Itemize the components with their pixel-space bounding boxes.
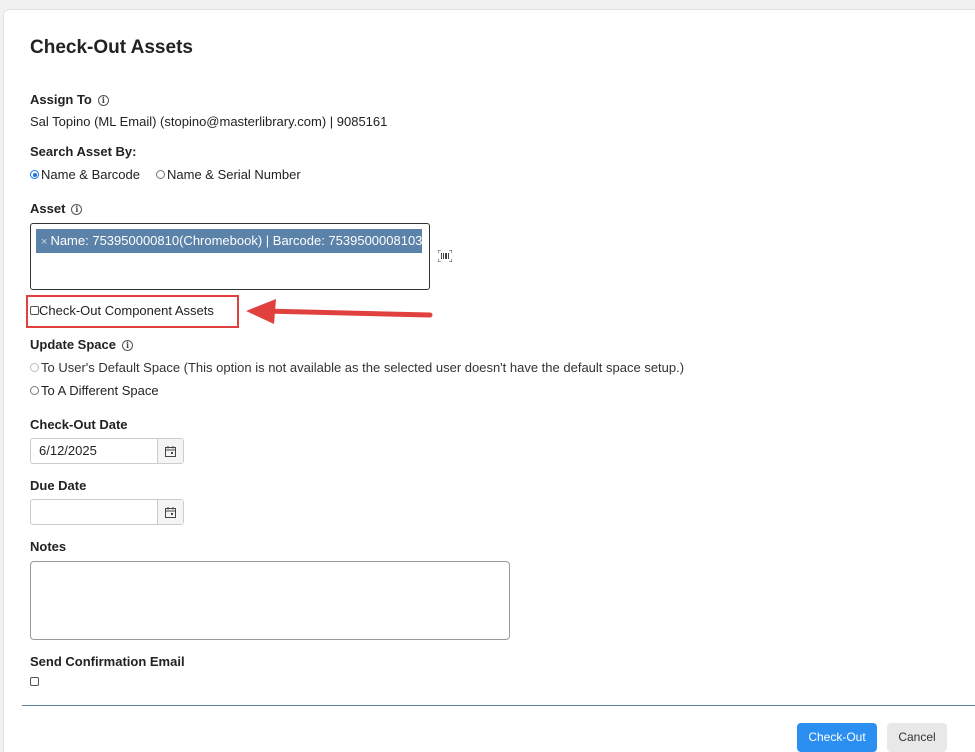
info-icon[interactable]: i (71, 204, 83, 215)
selected-asset-chip: × Name: 753950000810(Chromebook) | Barcod… (36, 229, 422, 253)
assign-to-label: Assign To i (30, 92, 109, 107)
checkout-button[interactable]: Check-Out (797, 723, 877, 752)
info-icon[interactable]: i (121, 340, 133, 351)
search-by-label: Search Asset By: (30, 144, 137, 159)
radio-name-barcode[interactable] (30, 170, 39, 179)
barcode-scan-icon[interactable] (438, 250, 452, 262)
checkout-date-field[interactable]: 6/12/2025 (30, 438, 184, 464)
calendar-icon (165, 445, 176, 457)
calendar-button[interactable] (157, 500, 183, 524)
asset-label-text: Asset (30, 201, 66, 216)
due-date-label: Due Date (30, 478, 87, 493)
assign-to-value: Sal Topino (ML Email) (stopino@masterlib… (30, 114, 388, 129)
chip-remove-icon[interactable]: × (41, 236, 47, 248)
radio-name-serial-label[interactable]: Name & Serial Number (167, 167, 301, 182)
modal-title: Check-Out Assets (30, 37, 193, 58)
confirmation-email-checkbox[interactable] (30, 677, 39, 686)
footer-divider (22, 705, 975, 706)
cancel-button[interactable]: Cancel (887, 723, 947, 752)
radio-different-space[interactable] (30, 386, 39, 395)
info-icon[interactable]: i (97, 95, 109, 106)
confirmation-email-label: Send Confirmation Email (30, 654, 185, 669)
annotation-arrow-icon (246, 299, 433, 324)
radio-default-space-label: To User's Default Space (This option is … (41, 360, 685, 375)
radio-different-space-label[interactable]: To A Different Space (41, 383, 159, 398)
component-assets-checkbox[interactable] (30, 306, 39, 315)
checkout-modal: Check-Out Assets Assign To i Sal Topino (… (3, 9, 975, 752)
update-space-different-row: To A Different Space (30, 383, 159, 398)
radio-name-barcode-label[interactable]: Name & Barcode (41, 167, 140, 182)
selected-asset-text: Name: 753950000810(Chromebook) | Barcode… (50, 233, 422, 248)
asset-select-input[interactable]: × Name: 753950000810(Chromebook) | Barcod… (30, 223, 430, 290)
update-space-default-row: To User's Default Space (This option is … (30, 360, 684, 375)
due-date-field[interactable] (30, 499, 184, 525)
checkout-date-label: Check-Out Date (30, 417, 128, 432)
asset-label: Asset i (30, 201, 83, 216)
component-assets-label[interactable]: Check-Out Component Assets (39, 303, 214, 318)
calendar-icon (165, 506, 176, 518)
notes-label: Notes (30, 539, 67, 554)
update-space-label: Update Space i (30, 337, 133, 352)
checkout-date-input[interactable]: 6/12/2025 (31, 439, 157, 463)
notes-textarea[interactable] (30, 561, 510, 640)
radio-default-space (30, 363, 39, 372)
calendar-button[interactable] (157, 439, 183, 463)
due-date-input[interactable] (31, 500, 157, 524)
component-assets-row: Check-Out Component Assets (30, 303, 214, 318)
radio-name-serial[interactable] (156, 170, 165, 179)
search-by-radio-group: Name & Barcode Name & Serial Number (30, 167, 301, 182)
assign-to-label-text: Assign To (30, 92, 92, 107)
update-space-label-text: Update Space (30, 337, 116, 352)
